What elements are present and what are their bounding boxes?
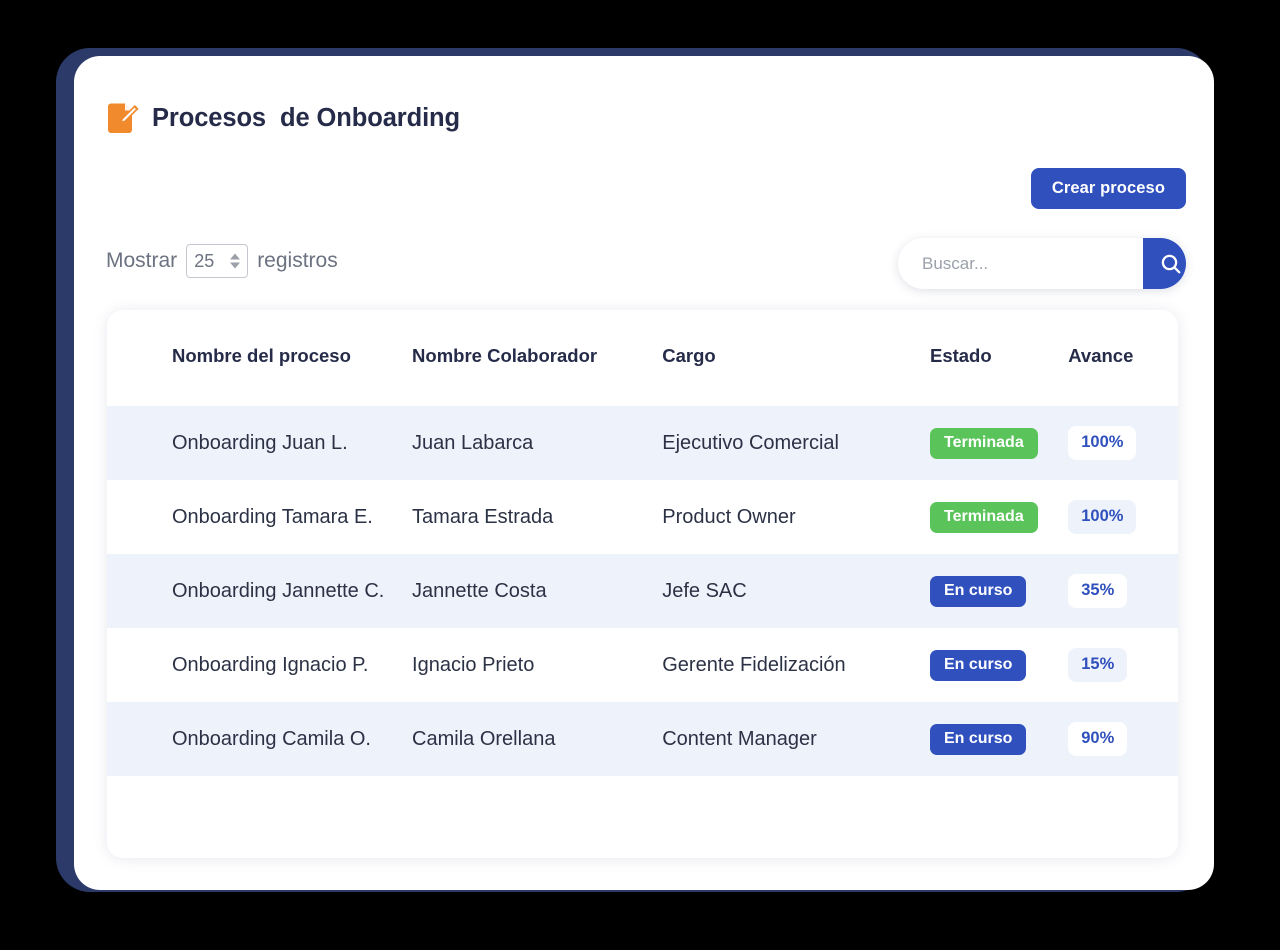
processes-table: Nombre del proceso Nombre Colaborador Ca… (107, 310, 1178, 777)
stepper-decrement-icon[interactable] (230, 262, 241, 269)
column-header-cargo[interactable]: Cargo (662, 310, 930, 406)
search-box (898, 238, 1186, 289)
table-row[interactable]: Onboarding Juan L. Juan Labarca Ejecutivo … (107, 406, 1178, 481)
page-length-input[interactable] (187, 250, 228, 272)
table-row[interactable]: Onboarding Tamara E. Tamara Estrada Produc… (107, 480, 1178, 555)
cell-colaborador: Camila Orellana (412, 727, 556, 750)
search-icon (1159, 252, 1183, 276)
page-length-suffix: registros (257, 249, 338, 272)
page-length-control: Mostrar registros (106, 244, 338, 278)
table-row[interactable]: Onboarding Jannette C. Jannette Costa Jefe… (107, 554, 1178, 629)
column-header-colaborador[interactable]: Nombre Colaborador (412, 310, 662, 406)
search-input[interactable] (898, 238, 1143, 289)
page-length-stepper[interactable] (186, 244, 249, 278)
cell-proceso: Onboarding Camila O. (172, 727, 371, 750)
app-card: Procesos de Onboarding Crear proceso Mos… (74, 56, 1214, 890)
column-header-proceso[interactable]: Nombre del proceso (107, 310, 412, 406)
status-badge: Terminada (929, 427, 1038, 459)
table-head: Nombre del proceso Nombre Colaborador Ca… (107, 310, 1178, 406)
progress-pill: 15% (1068, 648, 1128, 682)
page-length-label: Mostrar (106, 249, 178, 272)
table-card: Nombre del proceso Nombre Colaborador Ca… (107, 310, 1178, 858)
stepper-increment-icon[interactable] (230, 253, 241, 260)
status-badge: En curso (929, 723, 1027, 755)
cell-colaborador: Jannette Costa (412, 579, 547, 602)
status-badge: En curso (929, 575, 1027, 607)
column-header-avance[interactable]: Avance (1068, 310, 1178, 406)
cell-avance: 15% (1068, 628, 1178, 702)
cell-estado: En curso (929, 628, 1068, 702)
cell-cargo: Product Owner (662, 505, 796, 528)
cell-estado: En curso (929, 554, 1068, 628)
table-row[interactable]: Onboarding Camila O. Camila Orellana Conte… (107, 702, 1178, 777)
cell-cargo: Jefe SAC (662, 579, 747, 602)
progress-pill: 35% (1068, 574, 1128, 608)
cell-avance: 90% (1068, 702, 1178, 776)
cell-estado: Terminada (929, 480, 1068, 554)
search-button[interactable] (1143, 238, 1186, 289)
edit-document-icon (106, 102, 139, 135)
page-header: Procesos de Onboarding (106, 102, 460, 135)
cell-avance: 100% (1068, 480, 1178, 554)
cell-proceso: Onboarding Tamara E. (172, 505, 373, 528)
cell-colaborador: Ignacio Prieto (412, 653, 535, 676)
stepper-arrows[interactable] (230, 253, 241, 269)
column-header-estado[interactable]: Estado (930, 310, 1068, 406)
status-badge: Terminada (929, 501, 1038, 533)
cell-colaborador: Tamara Estrada (412, 505, 554, 528)
cell-cargo: Content Manager (662, 727, 817, 750)
cell-colaborador: Juan Labarca (412, 431, 534, 454)
table-row[interactable]: Onboarding Ignacio P. Ignacio Prieto Geren… (107, 628, 1178, 703)
cell-estado: Terminada (929, 406, 1068, 480)
cell-proceso: Onboarding Ignacio P. (172, 653, 369, 676)
progress-pill: 90% (1068, 722, 1128, 756)
cell-cargo: Ejecutivo Comercial (662, 431, 839, 454)
cell-avance: 35% (1068, 554, 1178, 628)
create-process-button[interactable]: Crear proceso (1030, 168, 1186, 209)
page-title: Procesos de Onboarding (152, 104, 461, 132)
status-badge: En curso (929, 649, 1027, 681)
cell-cargo: Gerente Fidelización (662, 653, 846, 676)
cell-proceso: Onboarding Jannette C. (172, 579, 385, 602)
cell-proceso: Onboarding Juan L. (172, 431, 348, 454)
cell-estado: En curso (929, 702, 1068, 776)
table-controls: Mostrar registros (106, 238, 1186, 290)
progress-pill: 100% (1068, 500, 1137, 534)
table-header-row: Nombre del proceso Nombre Colaborador Ca… (107, 310, 1178, 406)
table-body: Onboarding Juan L. Juan Labarca Ejecutivo … (107, 406, 1178, 777)
cell-avance: 100% (1068, 406, 1178, 480)
progress-pill: 100% (1068, 426, 1137, 460)
